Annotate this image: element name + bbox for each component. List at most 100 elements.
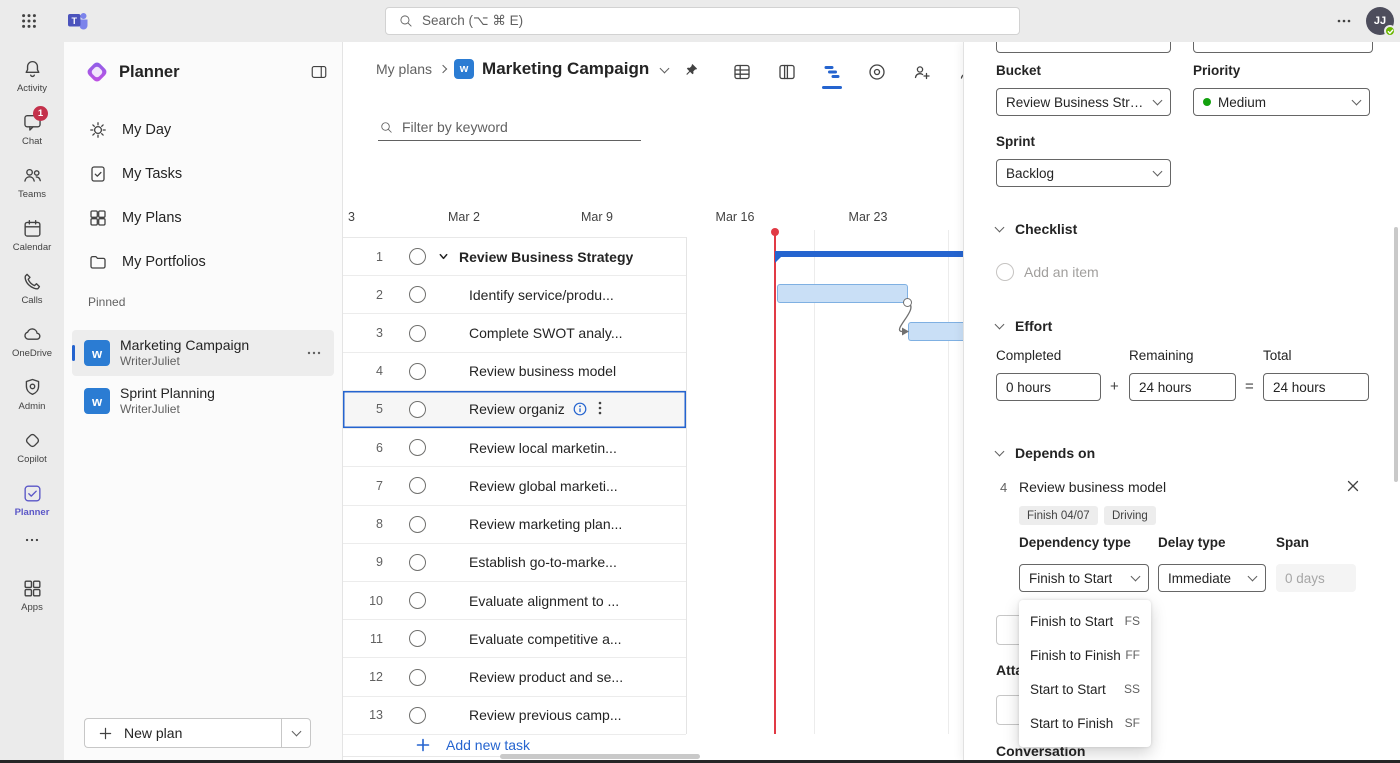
rail-item-teams[interactable]: Teams [0,156,64,209]
menu-item-start-to-finish[interactable]: Start to Finish SF [1019,706,1151,740]
task-complete-circle[interactable] [409,477,426,495]
menu-item-finish-to-finish[interactable]: Finish to Finish FF [1019,638,1151,672]
sidebar-item-my-day[interactable]: My Day [76,108,330,152]
remaining-input[interactable]: 24 hours [1129,373,1236,401]
task-complete-circle[interactable] [409,286,426,304]
remove-dependency-icon[interactable] [1346,479,1360,493]
app-title: Planner [119,62,180,81]
svg-text:T: T [71,16,77,26]
date-label: 3 [348,210,355,224]
chat-badge: 1 [33,106,48,121]
task-complete-circle[interactable] [409,324,426,342]
task-row-9[interactable]: 9 Establish go-to-marke... [343,543,686,582]
collapse-sidebar-icon[interactable] [310,63,328,81]
rail-item-onedrive[interactable]: OneDrive [0,315,64,368]
rail-item-apps[interactable]: Apps [0,569,64,622]
task-complete-circle[interactable] [409,668,426,686]
plan-more-button[interactable] [306,345,322,361]
rail-item-calls[interactable]: Calls [0,262,64,315]
task-complete-circle[interactable] [409,515,426,533]
dependency-handle[interactable] [903,298,912,307]
task-row-3[interactable]: 3 Complete SWOT analy... [343,314,686,353]
chevron-right-icon [438,64,448,74]
bucket-dropdown[interactable]: Review Business Stra... [996,88,1171,116]
breadcrumb-my-plans-link[interactable]: My plans [376,61,432,77]
plus-icon [99,727,112,739]
task-complete-circle[interactable] [409,592,426,610]
checklist-add-item[interactable]: Add an item [996,263,1099,281]
info-icon[interactable] [573,402,587,416]
task-more-menu-icon[interactable] [593,400,607,416]
panel-scrollbar[interactable] [1394,227,1398,482]
menu-item-start-to-start[interactable]: Start to Start SS [1019,672,1151,706]
rail-item-admin[interactable]: Admin [0,368,64,421]
task-row-11[interactable]: 11 Evaluate competitive a... [343,620,686,659]
task-complete-circle[interactable] [409,400,426,418]
waffle-menu-button[interactable] [21,13,37,29]
horizontal-scrollbar[interactable] [500,754,700,759]
gantt-summary-bar-task-1[interactable] [775,251,963,263]
pinned-plan-marketing-campaign[interactable]: w Marketing Campaign WriterJuliet [72,330,334,376]
rail-more-button[interactable] [0,527,64,553]
pinned-plan-sprint-planning[interactable]: w Sprint Planning WriterJuliet [72,378,334,424]
new-plan-button[interactable]: New plan [84,718,281,748]
task-row-7[interactable]: 7 Review global marketi... [343,467,686,506]
task-complete-circle[interactable] [409,630,426,648]
task-row-10[interactable]: 10 Evaluate alignment to ... [343,581,686,621]
task-complete-circle[interactable] [409,362,426,380]
timeline-view-icon[interactable] [822,62,842,89]
grid-view-icon[interactable] [732,62,752,82]
task-complete-circle[interactable] [409,248,426,266]
sidebar-item-my-tasks[interactable]: My Tasks [76,152,330,196]
avatar[interactable]: JJ [1366,7,1396,37]
board-view-icon[interactable] [777,62,797,82]
task-row-13[interactable]: 13 Review previous camp... [343,696,686,735]
sidebar-item-my-portfolios[interactable]: My Portfolios [76,240,330,284]
pin-icon[interactable] [684,62,699,77]
task-check-icon [91,166,105,182]
plan-menu-chevron-icon[interactable] [659,63,670,73]
dependency-type-dropdown[interactable]: Finish to Start [1019,564,1149,592]
task-row-4[interactable]: 4 Review business model [343,352,686,391]
task-row-2[interactable]: 2 Identify service/produ... [343,276,686,315]
calendar-icon [23,220,41,237]
menu-item-finish-to-start[interactable]: Finish to Start FS [1019,604,1151,638]
rail-item-calendar[interactable]: Calendar [0,209,64,262]
task-row-8[interactable]: 8 Review marketing plan... [343,505,686,544]
sprint-dropdown[interactable]: Backlog [996,159,1171,187]
rail-item-planner[interactable]: Planner [0,474,64,527]
cutoff-field[interactable] [996,42,1171,53]
checklist-section-header[interactable]: Checklist [994,221,1077,237]
effort-section-header[interactable]: Effort [994,318,1052,334]
completed-input[interactable]: 0 hours [996,373,1101,401]
depends-on-section-header[interactable]: Depends on [994,445,1095,461]
search-input[interactable]: Search (⌥ ⌘ E) [385,7,1020,35]
dependency-item-number: 4 [1000,480,1008,495]
rail-item-activity[interactable]: Activity [0,50,64,103]
sidebar-item-my-plans[interactable]: My Plans [76,196,330,240]
cutoff-field[interactable] [1193,42,1373,53]
checklist-item-circle [996,263,1014,281]
date-label: Mar 16 [715,210,755,224]
new-plan-dropdown-button[interactable] [281,718,311,748]
collapse-chevron-icon[interactable] [438,251,449,262]
task-row-5-selected[interactable]: 5 Review organiz [343,390,686,430]
task-complete-circle[interactable] [409,553,426,571]
delay-type-dropdown[interactable]: Immediate [1158,564,1266,592]
teams-logo-icon[interactable]: T [66,9,90,33]
more-options-button[interactable] [1336,13,1352,29]
task-row-1[interactable]: 1 Review Business Strategy [343,238,686,277]
task-row-6[interactable]: 6 Review local marketin... [343,429,686,468]
task-complete-circle[interactable] [409,706,426,724]
task-complete-circle[interactable] [409,439,426,457]
rail-item-chat[interactable]: 1 Chat [0,103,64,156]
filter-input[interactable]: Filter by keyword [378,114,641,141]
people-view-icon[interactable] [912,62,932,82]
rail-item-copilot[interactable]: Copilot [0,421,64,474]
priority-dropdown[interactable]: Medium [1193,88,1370,116]
task-row-12[interactable]: 12 Review product and se... [343,658,686,697]
pinned-section-label: Pinned [88,295,126,309]
total-input[interactable]: 24 hours [1263,373,1369,401]
planner-logo-icon [87,62,107,82]
charts-view-icon[interactable] [867,62,887,82]
